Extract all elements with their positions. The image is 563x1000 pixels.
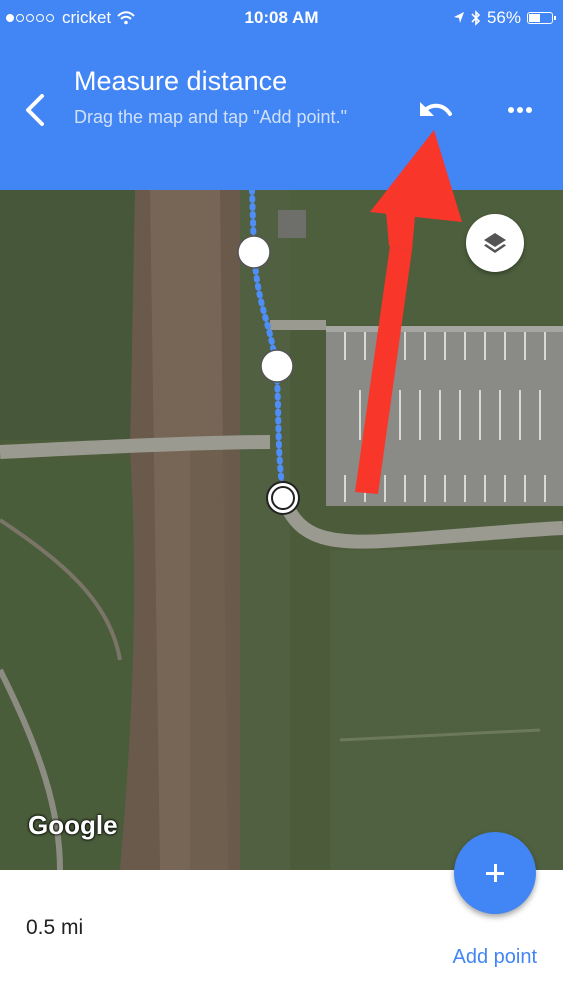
undo-button[interactable] <box>414 92 456 128</box>
more-icon <box>508 107 532 113</box>
layers-button[interactable] <box>466 214 524 272</box>
more-options-button[interactable] <box>500 92 540 128</box>
status-right: 56% <box>447 8 556 28</box>
total-distance: 0.5 mi <box>26 916 84 939</box>
location-icon <box>453 12 464 23</box>
layers-icon <box>484 233 506 253</box>
add-point-link[interactable]: Add point <box>452 946 537 969</box>
status-bar: cricket 10:08 AM 56% <box>0 0 563 36</box>
page-title: Measure distance <box>74 66 288 96</box>
add-point-button[interactable] <box>454 832 536 914</box>
page-subtitle: Drag the map and tap "Add point." <box>74 107 347 127</box>
back-arrow-icon <box>26 94 44 126</box>
battery-icon <box>527 12 556 24</box>
google-attribution: Google <box>28 810 118 840</box>
battery-percent: 56% <box>486 8 521 27</box>
app-header: cricket 10:08 AM 56% Measure distance Dr… <box>0 0 563 190</box>
undo-icon <box>420 102 452 116</box>
screen: Google cricket 10:08 AM 56% Measure dist… <box>0 0 563 1000</box>
bluetooth-icon <box>471 10 481 26</box>
back-button[interactable] <box>18 88 54 132</box>
satellite-imagery <box>0 190 563 870</box>
map-view[interactable] <box>0 190 563 870</box>
